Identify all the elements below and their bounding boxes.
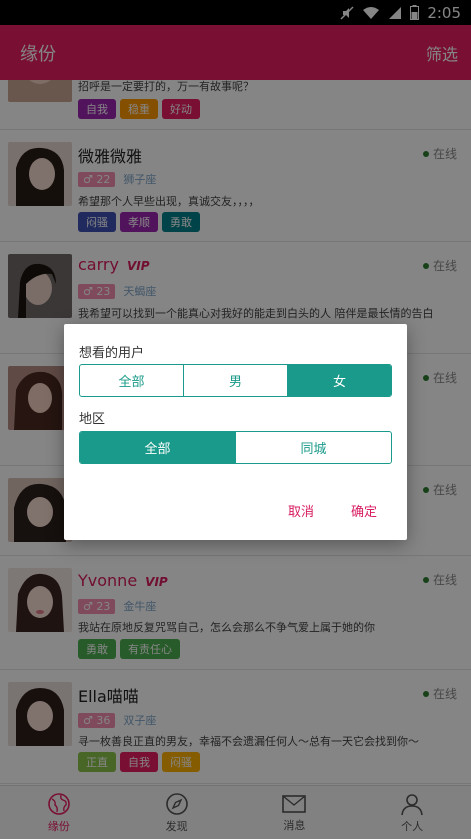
gender-option-male[interactable]: 男 [184,365,288,396]
confirm-button[interactable]: 确定 [351,501,377,520]
gender-option-all[interactable]: 全部 [80,365,184,396]
region-option-all[interactable]: 全部 [80,432,236,463]
gender-option-female[interactable]: 女 [288,365,391,396]
cancel-button[interactable]: 取消 [288,501,314,520]
region-segmented-control: 全部 同城 [79,431,392,464]
user-filter-label: 想看的用户 [79,346,145,361]
filter-dialog: 想看的用户 全部 男 女 地区 全部 同城 取消 确定 [64,324,407,540]
region-option-local[interactable]: 同城 [236,432,391,463]
gender-segmented-control: 全部 男 女 [79,364,392,397]
region-filter-label: 地区 [79,412,106,427]
